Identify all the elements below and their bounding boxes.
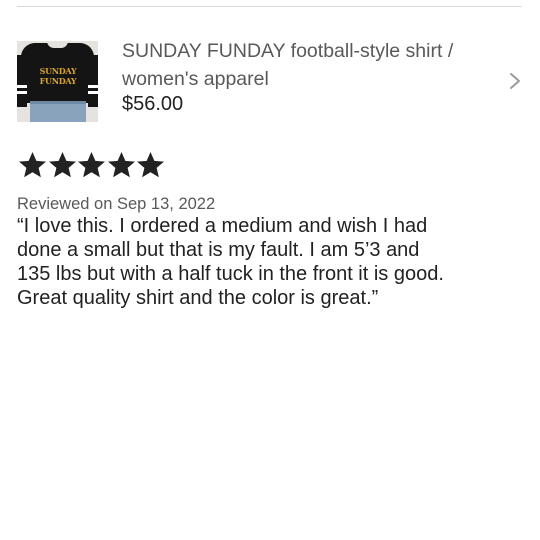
star-icon xyxy=(19,152,46,178)
jeans xyxy=(30,101,86,122)
shirt-logo-text: SUNDAY FUNDAY xyxy=(39,66,77,86)
listing-card[interactable]: SUNDAY FUNDAY SUNDAY FUNDAY football-sty… xyxy=(17,40,522,124)
jeans-waist xyxy=(30,101,86,104)
top-divider xyxy=(17,6,522,7)
sleeve-stripe xyxy=(17,91,27,94)
listing-thumbnail[interactable]: SUNDAY FUNDAY xyxy=(17,41,98,122)
review-text: “I love this. I ordered a medium and wis… xyxy=(17,215,444,309)
star-icon xyxy=(78,152,105,178)
listing-price: $56.00 xyxy=(122,93,184,115)
star-rating xyxy=(17,150,165,180)
star-icon xyxy=(48,152,76,178)
sleeve-stripe xyxy=(88,91,98,94)
chevron-right-icon[interactable] xyxy=(508,70,522,92)
star-icon xyxy=(137,152,164,178)
review-date: Reviewed on Sep 13, 2022 xyxy=(17,195,216,213)
star-icon xyxy=(107,152,135,178)
listing-title[interactable]: SUNDAY FUNDAY football-style shirt / wom… xyxy=(122,37,482,93)
